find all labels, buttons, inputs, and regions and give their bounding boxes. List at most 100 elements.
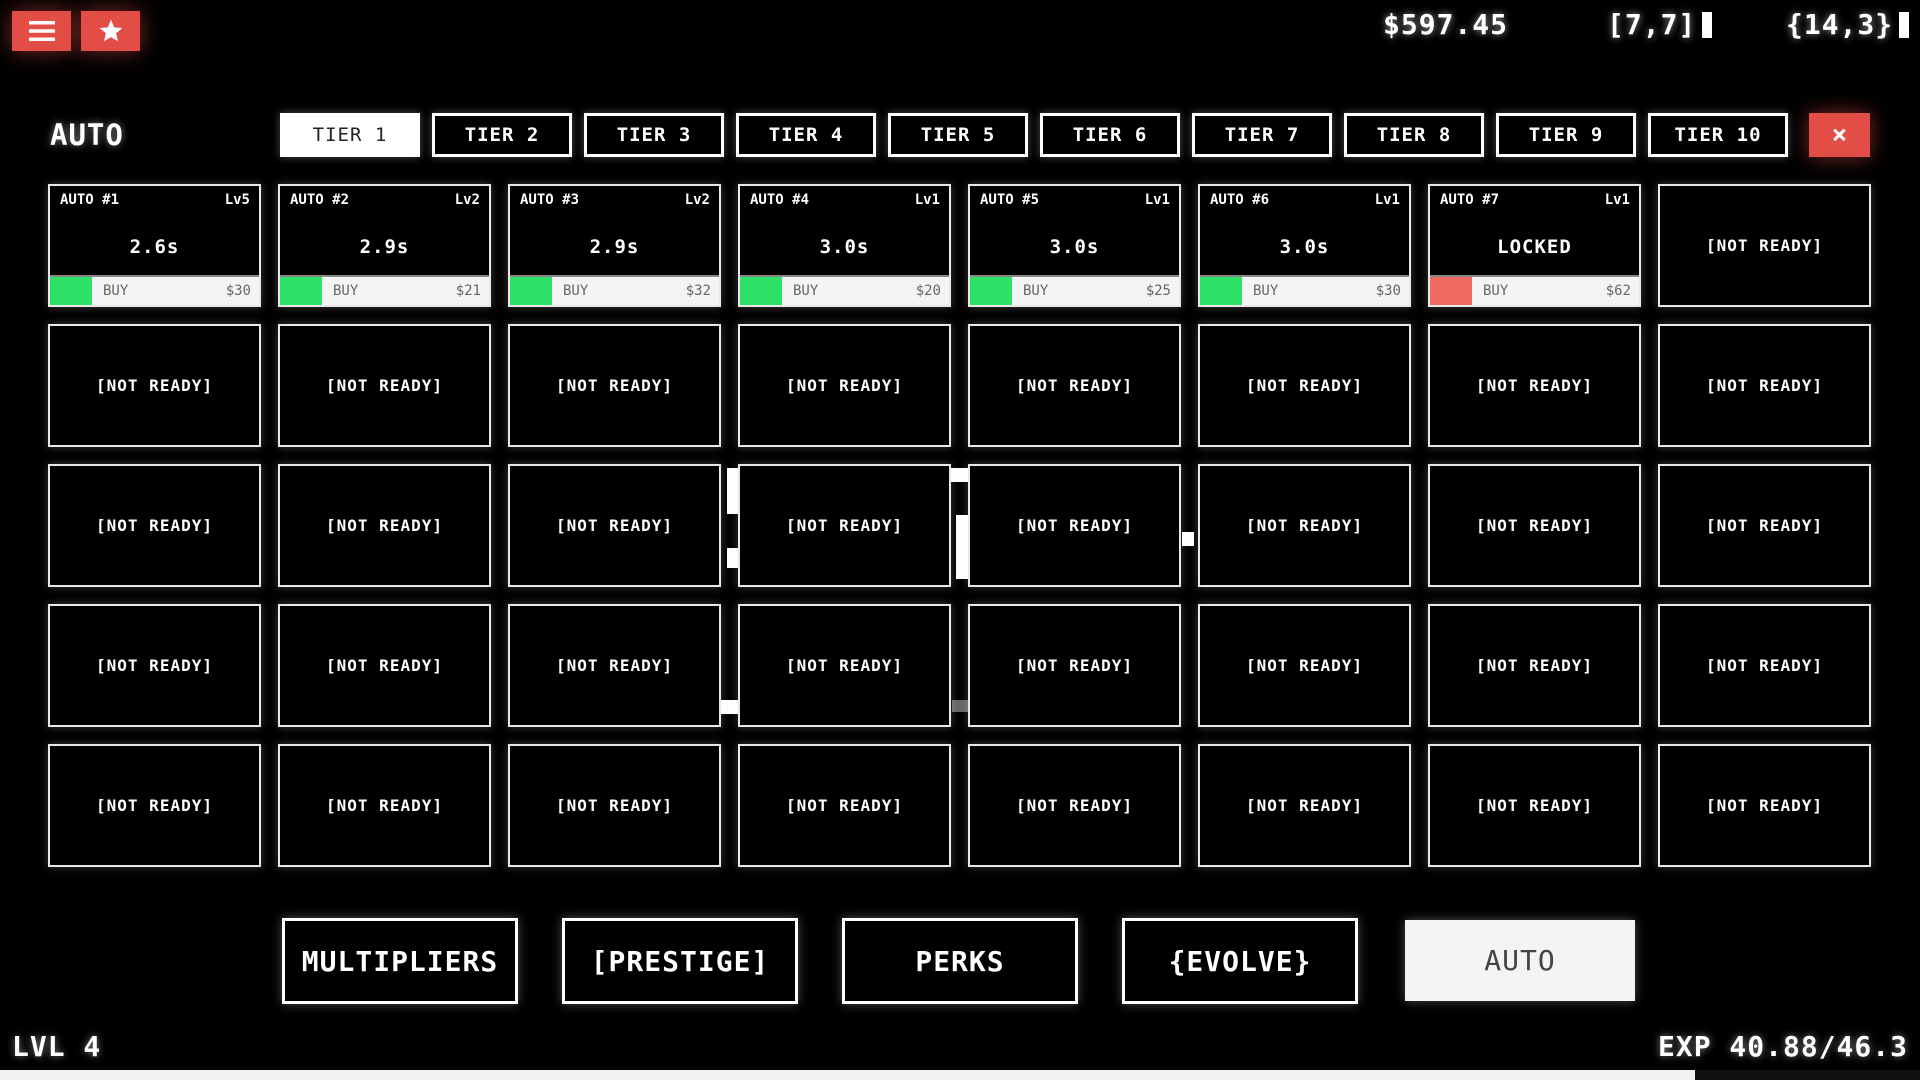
- not-ready-label: [NOT READY]: [1476, 656, 1593, 675]
- not-ready-label: [NOT READY]: [1016, 376, 1133, 395]
- buy-label: BUY: [103, 283, 129, 299]
- buy-button[interactable]: BUY $32: [510, 275, 719, 305]
- buy-label: BUY: [333, 283, 359, 299]
- not-ready-label: [NOT READY]: [96, 516, 213, 535]
- nav-prestige-button[interactable]: [PRESTIGE]: [562, 918, 798, 1004]
- locked-slot: [NOT READY]: [738, 744, 951, 867]
- tab-tier-10[interactable]: TIER 10: [1648, 113, 1788, 157]
- money-display: $597.45: [1383, 8, 1508, 41]
- locked-slot: [NOT READY]: [1658, 744, 1871, 867]
- buy-price: $32: [685, 283, 711, 299]
- glitch-fragment: [1182, 532, 1194, 546]
- tab-tier-5[interactable]: TIER 5: [888, 113, 1028, 157]
- not-ready-label: [NOT READY]: [1246, 516, 1363, 535]
- locked-slot: [NOT READY]: [48, 464, 261, 587]
- buy-label: BUY: [1253, 283, 1279, 299]
- auto-name: AUTO #6: [1210, 192, 1270, 208]
- auto-card[interactable]: AUTO #2 Lv2 2.9s BUY $21: [278, 184, 491, 307]
- auto-level: Lv1: [1604, 192, 1630, 208]
- locked-slot: [NOT READY]: [1198, 464, 1411, 587]
- coordinate-b-display: {14,3}: [1786, 8, 1910, 41]
- not-ready-label: [NOT READY]: [1476, 516, 1593, 535]
- not-ready-label: [NOT READY]: [1016, 796, 1133, 815]
- auto-name: AUTO #1: [60, 192, 120, 208]
- auto-card[interactable]: AUTO #3 Lv2 2.9s BUY $32: [508, 184, 721, 307]
- glitch-fragment: [950, 468, 970, 482]
- tab-tier-4[interactable]: TIER 4: [736, 113, 876, 157]
- auto-card[interactable]: AUTO #5 Lv1 3.0s BUY $25: [968, 184, 1181, 307]
- not-ready-label: [NOT READY]: [1706, 236, 1823, 255]
- locked-slot: [NOT READY]: [968, 324, 1181, 447]
- nav-perks-button[interactable]: PERKS: [842, 918, 1078, 1004]
- auto-time: 3.0s: [1049, 236, 1100, 258]
- not-ready-label: [NOT READY]: [786, 516, 903, 535]
- auto-card-locked[interactable]: AUTO #7 Lv1 LOCKED BUY $62: [1428, 184, 1641, 307]
- tab-tier-3[interactable]: TIER 3: [584, 113, 724, 157]
- nav-multipliers-button[interactable]: MULTIPLIERS: [282, 918, 518, 1004]
- not-ready-label: [NOT READY]: [326, 656, 443, 675]
- coordinate-b-value: {14,3}: [1786, 8, 1894, 41]
- not-ready-label: [NOT READY]: [1706, 656, 1823, 675]
- buy-button[interactable]: BUY $30: [50, 275, 259, 305]
- hamburger-icon: [28, 21, 55, 41]
- locked-slot: [NOT READY]: [1658, 184, 1871, 307]
- nav-evolve-button[interactable]: {EVOLVE}: [1122, 918, 1358, 1004]
- locked-slot: [NOT READY]: [968, 604, 1181, 727]
- locked-slot: [NOT READY]: [278, 324, 491, 447]
- not-ready-label: [NOT READY]: [326, 376, 443, 395]
- player-level: LVL 4: [12, 1030, 102, 1063]
- buy-button[interactable]: BUY $62: [1430, 275, 1639, 305]
- money-value: $597.45: [1383, 8, 1509, 41]
- buy-price: $25: [1145, 283, 1171, 299]
- locked-slot: [NOT READY]: [1658, 464, 1871, 587]
- buy-progress-fill: [740, 277, 782, 305]
- locked-slot: [NOT READY]: [48, 324, 261, 447]
- not-ready-label: [NOT READY]: [1476, 376, 1593, 395]
- locked-slot: [NOT READY]: [48, 604, 261, 727]
- not-ready-label: [NOT READY]: [786, 376, 903, 395]
- menu-button[interactable]: [12, 11, 71, 51]
- auto-card[interactable]: AUTO #6 Lv1 3.0s BUY $30: [1198, 184, 1411, 307]
- not-ready-label: [NOT READY]: [1706, 796, 1823, 815]
- buy-progress-fill: [510, 277, 552, 305]
- tab-tier-9[interactable]: TIER 9: [1496, 113, 1636, 157]
- not-ready-label: [NOT READY]: [96, 376, 213, 395]
- buy-price: $30: [1375, 283, 1401, 299]
- favorites-button[interactable]: [81, 11, 140, 51]
- buy-button[interactable]: BUY $30: [1200, 275, 1409, 305]
- locked-slot: [NOT READY]: [508, 604, 721, 727]
- auto-name: AUTO #2: [290, 192, 350, 208]
- auto-time: 2.9s: [359, 236, 410, 258]
- nav-auto-button[interactable]: AUTO: [1405, 920, 1635, 1001]
- buy-button[interactable]: BUY $21: [280, 275, 489, 305]
- coordinate-a-value: [7,7]: [1607, 8, 1697, 41]
- locked-slot: [NOT READY]: [278, 604, 491, 727]
- buy-progress-fill: [50, 277, 92, 305]
- close-button[interactable]: ×: [1809, 113, 1870, 157]
- tab-tier-2[interactable]: TIER 2: [432, 113, 572, 157]
- not-ready-label: [NOT READY]: [556, 516, 673, 535]
- panel-title: AUTO: [50, 118, 124, 152]
- auto-time: 2.6s: [129, 236, 180, 258]
- tab-tier-7[interactable]: TIER 7: [1192, 113, 1332, 157]
- auto-name: AUTO #4: [750, 192, 810, 208]
- buy-price: $62: [1605, 283, 1631, 299]
- tab-tier-6[interactable]: TIER 6: [1040, 113, 1180, 157]
- not-ready-label: [NOT READY]: [1246, 376, 1363, 395]
- locked-slot: [NOT READY]: [1428, 324, 1641, 447]
- tab-tier-1[interactable]: TIER 1: [280, 113, 420, 157]
- not-ready-label: [NOT READY]: [96, 656, 213, 675]
- cursor-block-icon: [1899, 12, 1910, 38]
- buy-button[interactable]: BUY $20: [740, 275, 949, 305]
- not-ready-label: [NOT READY]: [1706, 516, 1823, 535]
- buy-progress-fill: [1430, 277, 1472, 305]
- locked-slot: [NOT READY]: [968, 744, 1181, 867]
- not-ready-label: [NOT READY]: [556, 656, 673, 675]
- buy-button[interactable]: BUY $25: [970, 275, 1179, 305]
- locked-slot: [NOT READY]: [738, 464, 951, 587]
- tab-tier-8[interactable]: TIER 8: [1344, 113, 1484, 157]
- locked-slot: [NOT READY]: [278, 464, 491, 587]
- auto-card[interactable]: AUTO #4 Lv1 3.0s BUY $20: [738, 184, 951, 307]
- buy-progress-fill: [1200, 277, 1242, 305]
- auto-card[interactable]: AUTO #1 Lv5 2.6s BUY $30: [48, 184, 261, 307]
